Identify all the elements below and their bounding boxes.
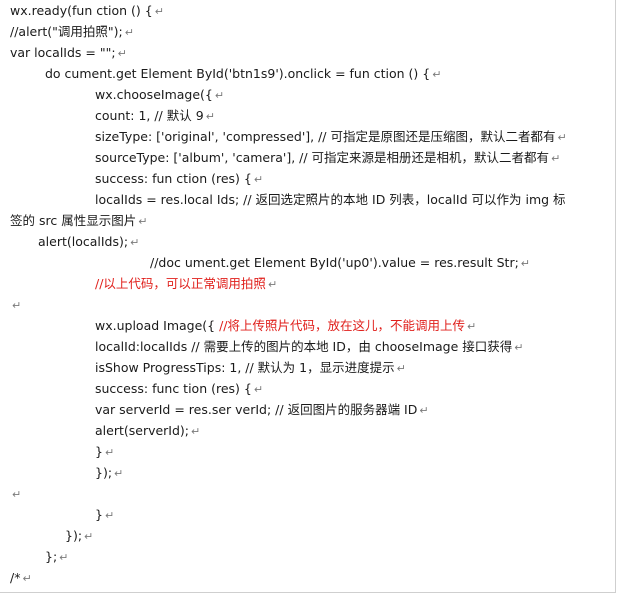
paragraph-mark: ↵ (191, 425, 201, 438)
paragraph-mark: ↵ (114, 467, 124, 480)
code-line: sourceType: ['album', 'camera'], // 可指定来… (95, 150, 561, 165)
code-line: isShow ProgressTips: 1, // 默认为 1，显示进度提示 ↵ (95, 360, 406, 375)
code-line: //alert("调用拍照"); ↵ (10, 24, 134, 39)
paragraph-mark: ↵ (117, 47, 127, 60)
code-line: }); ↵ (95, 465, 124, 480)
code-line: alert(serverId); ↵ (95, 423, 201, 438)
paragraph-mark: ↵ (84, 530, 94, 543)
paragraph-mark: ↵ (22, 572, 32, 585)
code-line: wx.ready(fun ction () {↵ (10, 3, 164, 18)
paragraph-mark: ↵ (514, 341, 524, 354)
paragraph-mark: ↵ (467, 320, 477, 333)
paragraph-mark: ↵ (59, 551, 69, 564)
paragraph-mark: ↵ (124, 26, 134, 39)
paragraph-mark: ↵ (214, 89, 225, 102)
paragraph-mark: ↵ (12, 488, 22, 501)
paragraph-mark: ↵ (104, 446, 115, 459)
paragraph-mark: ↵ (12, 299, 22, 312)
code-line: }; ↵ (45, 549, 69, 564)
code-line: }); ↵ (65, 528, 94, 543)
paragraph-mark: ↵ (253, 383, 264, 396)
paragraph-mark: ↵ (557, 131, 567, 144)
paragraph-mark: ↵ (396, 362, 406, 375)
paragraph-mark: ↵ (138, 215, 148, 228)
code-line: } ↵ (95, 444, 115, 459)
code-line: wx.upload Image({ //将上传照片代码，放在这儿，不能调用上传 ↵ (95, 318, 477, 333)
code-comment-red: //将上传照片代码，放在这儿，不能调用上传 (219, 318, 466, 333)
code-line: 签的 src 属性显示图片 ↵ (10, 213, 148, 228)
paragraph-mark: ↵ (253, 173, 264, 186)
paragraph-mark: ↵ (432, 68, 442, 81)
code-line: localId:localIds // 需要上传的图片的本地 ID，由 choo… (95, 339, 524, 354)
code-line: wx.chooseImage({↵ (95, 87, 225, 102)
paragraph-mark: ↵ (205, 110, 215, 123)
code-line: count: 1, // 默认 9 ↵ (95, 108, 215, 123)
paragraph-mark: ↵ (419, 404, 429, 417)
code-line: /* ↵ (10, 570, 32, 585)
code-line: sizeType: ['original', 'compressed'], //… (95, 129, 567, 144)
paragraph-mark: ↵ (130, 236, 140, 249)
paragraph-mark: ↵ (104, 509, 115, 522)
code-line: do cument.get Element ById('btn1s9').onc… (45, 66, 442, 81)
code-line: } ↵ (95, 507, 115, 522)
paragraph-mark: ↵ (551, 152, 561, 165)
code-comment-red: //以上代码，可以正常调用拍照 ↵ (95, 276, 278, 291)
paragraph-mark: ↵ (520, 257, 531, 270)
code-line: success: fun ction (res) {↵ (95, 171, 264, 186)
code-line: alert(localIds); ↵ (38, 234, 140, 249)
code-line: localIds = res.local Ids; // 返回选定照片的本地 I… (95, 192, 566, 207)
paragraph-mark: ↵ (154, 5, 164, 18)
empty-line: ↵ (10, 294, 21, 315)
code-line: //doc ument.get Element ById('up0').valu… (150, 255, 531, 270)
code-line: var serverId = res.ser verId; // 返回图片的服务… (95, 402, 429, 417)
code-line: success: func tion (res) {↵ (95, 381, 264, 396)
paragraph-mark: ↵ (267, 278, 278, 291)
empty-line: ↵ (10, 483, 21, 504)
page-boundary (0, 0, 616, 593)
code-line: var localIds = ""; ↵ (10, 45, 127, 60)
